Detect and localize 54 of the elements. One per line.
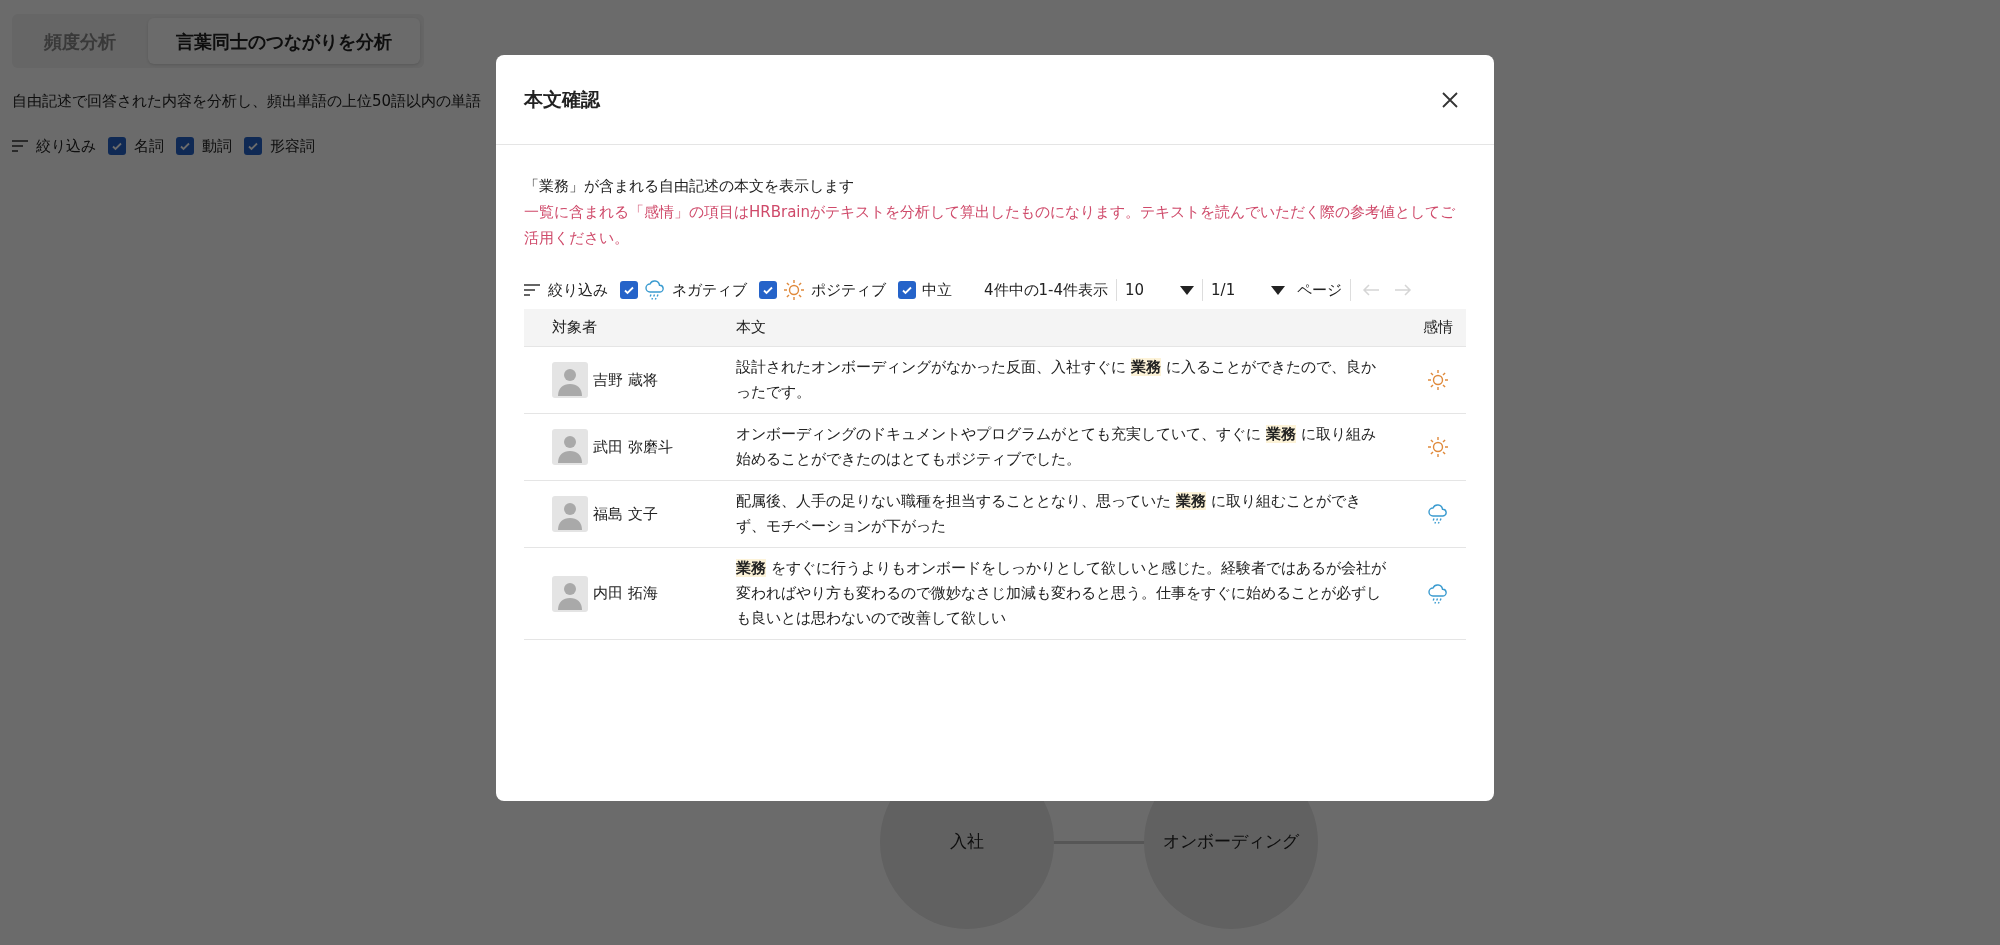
checkbox[interactable] [759, 281, 777, 299]
avatar-silhouette-icon [552, 496, 588, 532]
caret-down-icon [1180, 285, 1195, 295]
avatar-silhouette-icon [552, 362, 588, 398]
checkbox[interactable] [244, 136, 262, 155]
rain-cloud-icon [1427, 503, 1449, 525]
per-page-select[interactable]: 10 [1117, 278, 1204, 302]
checkbox[interactable] [898, 281, 916, 299]
rain-cloud-icon [1427, 582, 1449, 605]
column-header: 対象者 [551, 317, 598, 339]
close-icon [1441, 90, 1459, 109]
avatar-silhouette-icon [552, 575, 588, 612]
checkbox-label: 形容詞 [270, 135, 315, 157]
response-text: 設計されたオンボーディングがなかった反面、入社すぐに 業務 に入ることができたので、良かったです。 [736, 357, 1377, 403]
check-icon [762, 284, 774, 296]
result-count: 4件中の1-4件表示 [984, 278, 1118, 302]
dialog-title: 本文確認 [524, 87, 600, 113]
filter-icon [524, 284, 540, 296]
response-text: オンボーディングのドキュメントやプログラムがとても充実していて、すぐに 業務 に取り組み始めることができたのはとてもポジティブでした。 [736, 424, 1377, 470]
checkbox-label: 中立 [922, 279, 952, 301]
person-name: 吉野 蔵将 [593, 369, 658, 391]
filter-icon [12, 139, 28, 152]
sun-icon [783, 279, 805, 301]
person-name: 福島 文子 [593, 503, 658, 525]
checkbox[interactable] [620, 281, 638, 299]
response-text: 業務 をすぐに行うよりもオンボードをしっかりとして欲しいと感じた。経験者ではあるが会社が変わればやり方も変わるので微妙なさじ加減も変わると思う。仕事をすぐに始めることが必ずしも良いとは思わないので改善して欲しい [736, 558, 1387, 629]
arrow-right-icon [1394, 283, 1413, 297]
checkbox-label: ネガティブ [672, 279, 747, 301]
filter-label: 絞り込み [36, 135, 96, 157]
filter-label: 絞り込み [548, 279, 608, 301]
person-name: 武田 弥磨斗 [593, 436, 673, 458]
checkbox-label: 名詞 [134, 135, 164, 157]
check-icon [623, 284, 635, 296]
intro-text: 「業務」が含まれる自由記述の本文を表示します [524, 176, 855, 197]
page-label: ページ [1297, 278, 1352, 302]
person-name: 内田 拓海 [593, 583, 658, 605]
avatar-silhouette-icon [552, 429, 588, 465]
description-text: 自由記述で回答された内容を分析し、頻出単語の上位50語以内の単語 [12, 91, 482, 112]
page-select[interactable]: 1/1 [1203, 278, 1294, 302]
checkbox[interactable] [108, 136, 126, 155]
analysis-tab[interactable]: 言葉同士のつながりを分析 [148, 18, 420, 64]
column-header: 本文 [736, 317, 767, 339]
checkbox[interactable] [176, 136, 194, 155]
column-header: 感情 [1422, 317, 1454, 339]
caret-down-icon [1271, 285, 1286, 295]
sun-icon [1427, 369, 1449, 391]
response-text: 配属後、人手の足りない職種を担当することとなり、思っていた 業務 に取り組むことができず、モチベーションが下がった [736, 491, 1362, 537]
notice-text: 一覧に含まれる「感情」の項目はHRBrainがテキストを分析して算出したものになります。テキストを読んでいただく際の参考値としてご活用ください。 [524, 202, 1457, 249]
checkbox-label: ポジティブ [811, 279, 886, 301]
sun-icon [1427, 436, 1449, 458]
rain-cloud-icon [644, 279, 666, 301]
arrow-left-icon [1362, 283, 1381, 297]
checkbox-label: 動詞 [202, 135, 232, 157]
check-icon [901, 284, 913, 296]
